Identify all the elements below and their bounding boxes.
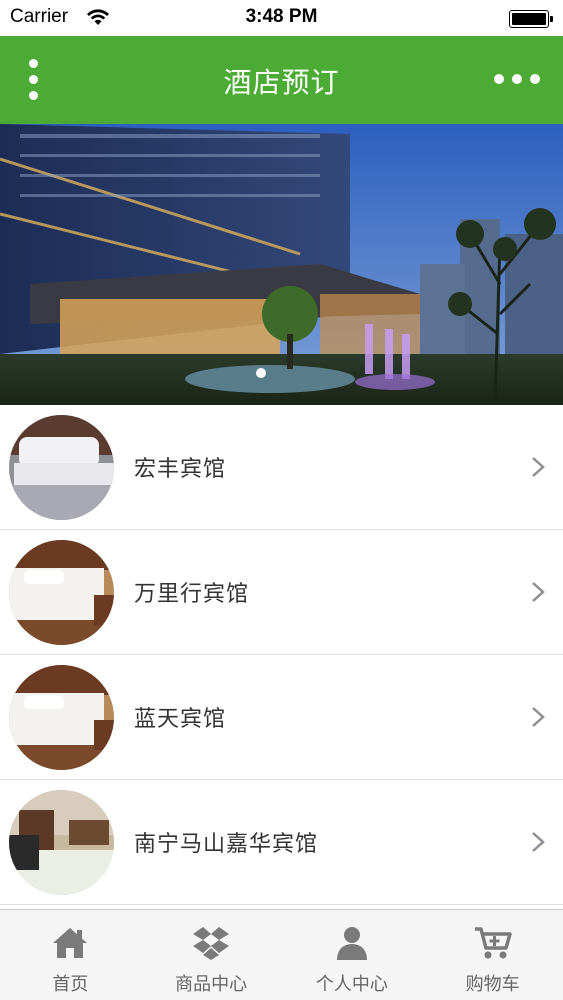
tab-label: 个人中心: [315, 974, 388, 995]
chevron-right-icon: [532, 832, 545, 852]
tab-home[interactable]: 首页: [0, 910, 141, 1000]
cart-icon: [474, 927, 512, 959]
user-icon: [336, 927, 367, 960]
hotel-thumbnail: [9, 790, 114, 895]
app-header: 酒店预订: [0, 36, 563, 124]
chevron-right-icon: [532, 707, 545, 727]
hotel-name: 蓝天宾馆: [134, 707, 227, 732]
hotel-thumbnail: [9, 540, 114, 645]
hotel-list-item[interactable]: 南宁马山嘉华宾馆: [0, 780, 563, 905]
clock: 3:48 PM: [245, 6, 318, 27]
hotel-name: 万里行宾馆: [134, 582, 250, 607]
tab-label: 商品中心: [175, 974, 248, 995]
vertical-dots-menu-icon: [29, 59, 38, 68]
hotel-name: 南宁马山嘉华宾馆: [134, 832, 319, 857]
bottom-tab-bar: 首页 商品中心 个人中心 购物车: [0, 909, 563, 1000]
hotel-list-item[interactable]: 宏丰宾馆: [0, 405, 563, 530]
dropbox-icon: [193, 927, 230, 960]
chevron-right-icon: [532, 582, 545, 602]
more-button[interactable]: [491, 64, 545, 94]
tab-shopping-cart[interactable]: 购物车: [422, 910, 563, 1000]
home-icon: [53, 928, 88, 958]
tab-product-center[interactable]: 商品中心: [141, 910, 282, 1000]
tab-label: 购物车: [465, 974, 520, 995]
hotel-list-item[interactable]: 万里行宾馆: [0, 530, 563, 655]
hotel-banner-image: [0, 124, 563, 405]
tab-personal-center[interactable]: 个人中心: [282, 910, 423, 1000]
page-title: 酒店预订: [223, 66, 340, 99]
hotel-list: 宏丰宾馆 万里行宾馆 蓝天宾馆 南宁马山嘉华宾馆: [0, 405, 563, 905]
chevron-right-icon: [532, 457, 545, 477]
battery-icon: [509, 10, 553, 28]
tab-label: 首页: [52, 974, 89, 995]
hotel-thumbnail: [9, 415, 114, 520]
hotel-list-item[interactable]: 蓝天宾馆: [0, 655, 563, 780]
menu-button[interactable]: [14, 56, 54, 104]
carousel-indicator-dot[interactable]: [256, 368, 266, 378]
hotel-banner-carousel[interactable]: [0, 124, 563, 405]
status-bar: Carrier 3:48 PM: [0, 0, 563, 36]
horizontal-dots-more-icon: [494, 74, 504, 84]
hotel-name: 宏丰宾馆: [134, 457, 227, 482]
hotel-thumbnail: [9, 665, 114, 770]
